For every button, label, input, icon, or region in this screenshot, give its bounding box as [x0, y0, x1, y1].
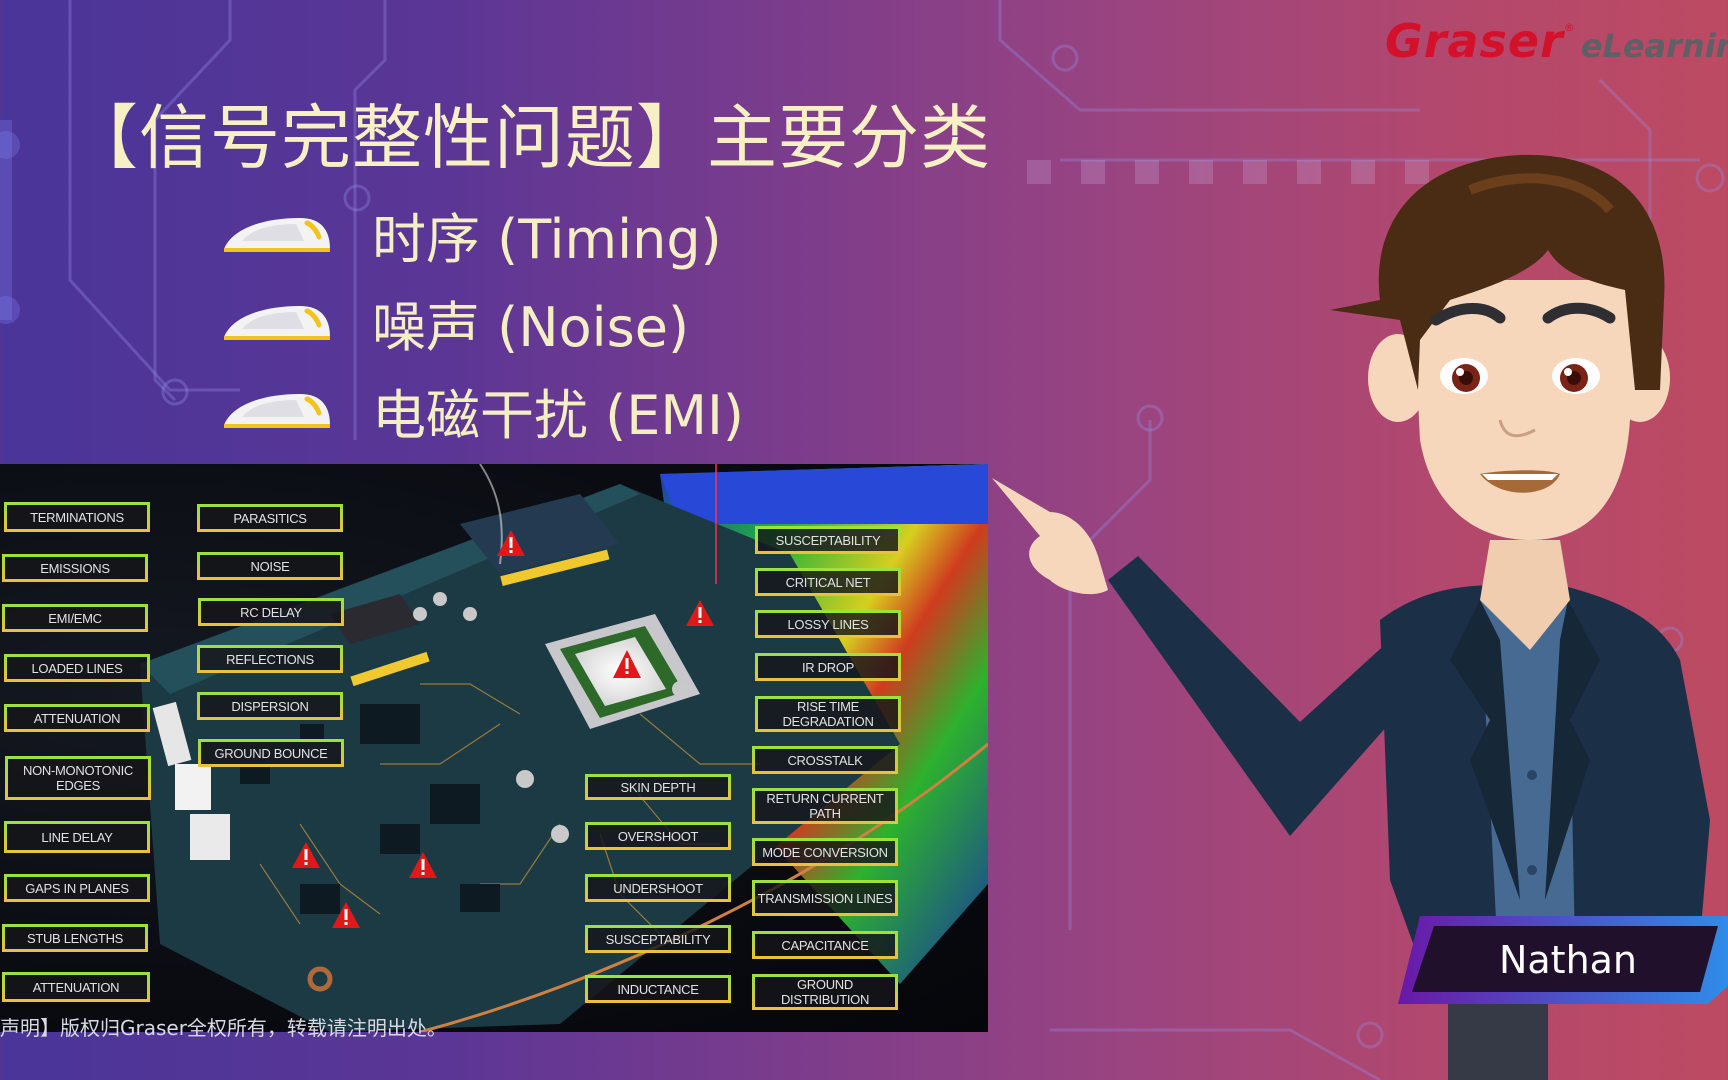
- label-ground-distribution: GROUND DISTRIBUTION: [752, 974, 898, 1010]
- bullet-text-noise: 噪声 (Noise): [372, 295, 690, 359]
- bullet-item: 电磁干扰 (EMI): [222, 366, 744, 454]
- label-terminations: TERMINATIONS: [4, 502, 150, 532]
- mouse-icon: [224, 306, 330, 340]
- logo-suffix: eLearnin: [1580, 27, 1728, 65]
- logo-brand: Graser: [1385, 14, 1564, 68]
- label-attenuation: ATTENUATION: [4, 704, 150, 732]
- label-overshoot: OVERSHOOT: [585, 822, 731, 850]
- label-line-delay: LINE DELAY: [4, 821, 150, 853]
- label-stub-lengths: STUB LENGTHS: [2, 924, 148, 952]
- slide-title: 【信号完整性问题】主要分类: [68, 97, 991, 179]
- label-loaded-lines: LOADED LINES: [4, 654, 150, 682]
- label-lossy-lines: LOSSY LINES: [755, 610, 901, 638]
- label-inductance: INDUCTANCE: [585, 975, 731, 1003]
- label-mode-conversion: MODE CONVERSION: [752, 838, 898, 866]
- bullet-list: 时序 (Timing) 噪声 (Noise) 电磁干扰 (EMI): [222, 190, 744, 454]
- label-dispersion: DISPERSION: [197, 692, 343, 720]
- label-rise-time-degradation: RISE TIME DEGRADATION: [755, 696, 901, 732]
- pcb-illustration: TERMINATIONS EMISSIONS EMI/EMC LOADED LI…: [0, 464, 988, 1032]
- label-ground-bounce: GROUND BOUNCE: [198, 739, 344, 767]
- copyright-notice: 声明】版权归Graser全权所有，转载请注明出处。: [0, 1016, 447, 1040]
- bullet-item: 噪声 (Noise): [222, 278, 744, 366]
- label-return-current-path: RETURN CURRENT PATH: [752, 788, 898, 824]
- label-parasitics: PARASITICS: [197, 504, 343, 532]
- label-transmission-lines: TRANSMISSION LINES: [752, 880, 898, 916]
- label-noise: NOISE: [197, 552, 343, 580]
- bullet-text-emi: 电磁干扰 (EMI): [372, 383, 744, 447]
- label-susceptability-2: SUSCEPTABILITY: [585, 925, 731, 953]
- label-critical-net: CRITICAL NET: [755, 568, 901, 596]
- bullet-item: 时序 (Timing): [222, 190, 744, 278]
- label-capacitance: CAPACITANCE: [752, 931, 898, 959]
- label-susceptability: SUSCEPTABILITY: [755, 526, 901, 554]
- label-reflections: REFLECTIONS: [197, 645, 343, 673]
- mouse-icon: [224, 394, 330, 428]
- bullet-text-timing: 时序 (Timing): [372, 207, 722, 271]
- label-gaps-in-planes: GAPS IN PLANES: [4, 874, 150, 902]
- label-undershoot: UNDERSHOOT: [585, 874, 731, 902]
- label-attenuation-2: ATTENUATION: [2, 972, 150, 1002]
- label-emi-emc: EMI/EMC: [2, 604, 148, 632]
- label-crosstalk: CROSSTALK: [752, 746, 898, 774]
- label-skin-depth: SKIN DEPTH: [585, 774, 731, 800]
- presenter-name: Nathan: [1498, 938, 1638, 982]
- label-non-monotonic-edges: NON-MONOTONIC EDGES: [5, 756, 151, 800]
- mouse-icon: [224, 218, 330, 252]
- label-rc-delay: RC DELAY: [198, 598, 344, 626]
- label-emissions: EMISSIONS: [2, 554, 148, 582]
- registered-mark: ®: [1563, 21, 1575, 34]
- label-ir-drop: IR DROP: [755, 653, 901, 681]
- graser-elearning-logo: Graser ® eLearnin: [1385, 14, 1728, 68]
